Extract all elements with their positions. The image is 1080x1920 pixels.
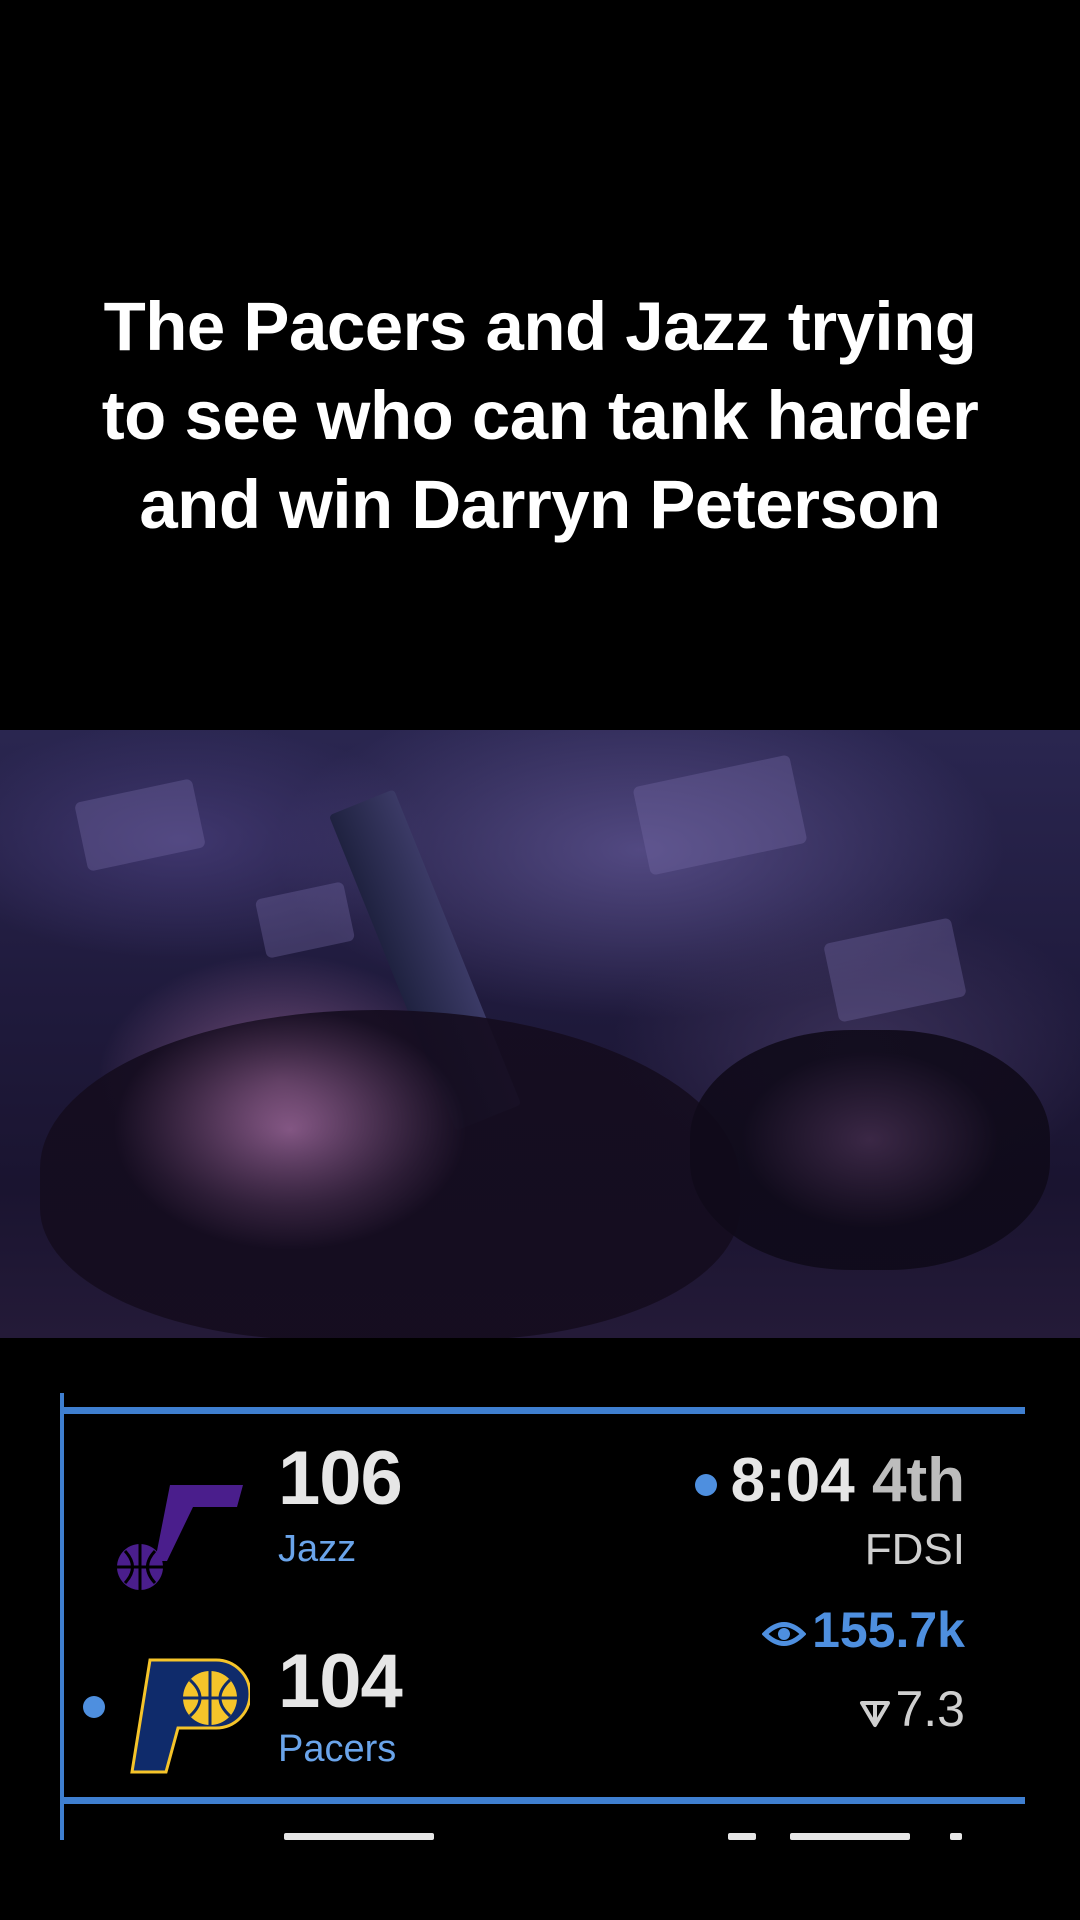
jazz-note-logo-icon bbox=[117, 1485, 243, 1590]
game-clock: 8:04 bbox=[730, 1446, 855, 1515]
next-row-cutoff-period bbox=[950, 1833, 962, 1840]
scoreboard-left-border bbox=[60, 1393, 64, 1840]
caption-line-3: and win Darryn Peterson bbox=[139, 466, 941, 543]
rubble-shape bbox=[632, 754, 808, 876]
pacers-score: 104 bbox=[278, 1639, 403, 1724]
live-dot-icon bbox=[694, 1473, 717, 1496]
video-caption: The Pacers and Jazz trying to see who ca… bbox=[40, 282, 1040, 549]
eye-icon bbox=[762, 1621, 807, 1646]
viewer-count-row: 155.7k bbox=[762, 1601, 965, 1659]
game-clock-row: 8:04 4th bbox=[693, 1445, 965, 1516]
scoreboard-card: 106 Jazz 104 Pacers 8:04 4th FDSI 155.7k… bbox=[60, 1393, 1025, 1840]
rating-icon bbox=[860, 1700, 891, 1727]
fallen-figure bbox=[40, 1010, 740, 1338]
next-row-cutoff-dot bbox=[728, 1833, 756, 1840]
rating-value: 7.3 bbox=[895, 1681, 965, 1737]
next-row-cutoff-score bbox=[284, 1833, 434, 1840]
pacers-team-name[interactable]: Pacers bbox=[278, 1728, 396, 1771]
broadcast-network: FDSI bbox=[864, 1525, 965, 1574]
viewer-count: 155.7k bbox=[812, 1602, 965, 1658]
video-frame[interactable] bbox=[0, 730, 1080, 1338]
scoreboard-top-divider bbox=[64, 1407, 1025, 1414]
jazz-score: 106 bbox=[278, 1436, 403, 1521]
gloved-hand bbox=[690, 1030, 1050, 1270]
rubble-shape bbox=[254, 881, 356, 959]
rating-row: 7.3 bbox=[859, 1680, 965, 1738]
game-period: 4th bbox=[872, 1446, 965, 1515]
jazz-team-name[interactable]: Jazz bbox=[278, 1528, 356, 1571]
caption-line-1: The Pacers and Jazz trying bbox=[103, 288, 977, 365]
scoreboard-bottom-divider bbox=[64, 1797, 1025, 1804]
next-row-cutoff-clock bbox=[790, 1833, 910, 1840]
pacers-p-logo-icon bbox=[130, 1658, 250, 1774]
rubble-shape bbox=[823, 917, 967, 1023]
rubble-shape bbox=[74, 778, 206, 872]
possession-indicator-dot bbox=[83, 1696, 105, 1718]
caption-line-2: to see who can tank harder bbox=[101, 377, 979, 454]
